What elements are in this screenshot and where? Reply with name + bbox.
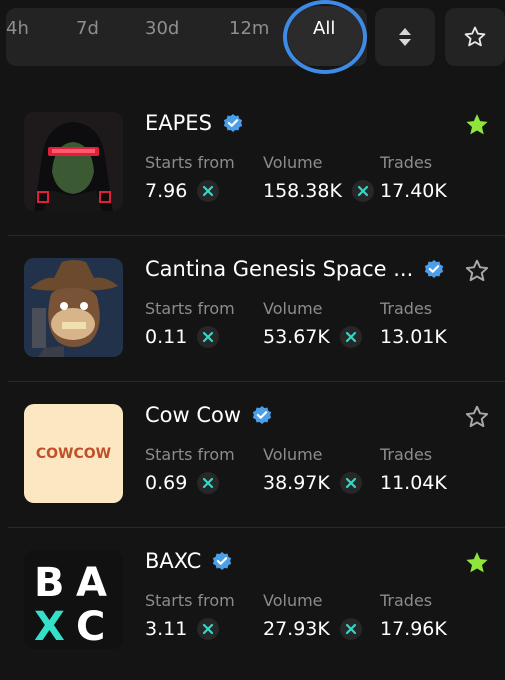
starts-from-label: Starts from — [145, 153, 235, 172]
collection-thumbnail — [24, 112, 123, 211]
volume-label: Volume — [263, 299, 323, 318]
collection-thumbnail — [24, 258, 123, 357]
starts-from-value: 0.11 — [145, 326, 188, 348]
collection-name[interactable]: Cow Cow — [145, 403, 241, 427]
trades-label: Trades — [380, 591, 433, 610]
svg-text:A: A — [76, 560, 107, 606]
sort-button[interactable] — [375, 8, 435, 66]
collection-row[interactable]: EAPES Starts from Volume Trades 7.96 158… — [0, 90, 505, 236]
collection-thumbnail: B A X C — [24, 550, 123, 649]
collection-name[interactable]: BAXC — [145, 549, 201, 573]
volume-label: Volume — [263, 445, 323, 464]
starts-from-value: 3.11 — [145, 618, 188, 640]
starts-from-label: Starts from — [145, 591, 235, 610]
volume-label: Volume — [263, 153, 323, 172]
starts-from-label: Starts from — [145, 299, 235, 318]
x-token-icon — [197, 472, 220, 494]
starts-from-value: 0.69 — [145, 472, 188, 494]
collection-thumbnail: COWCOW — [24, 404, 123, 503]
baxc-logo: B A X C — [24, 550, 123, 649]
verified-check-icon — [223, 114, 243, 132]
starts-from-value: 7.96 — [145, 180, 188, 202]
favorites-filter-button[interactable] — [445, 8, 505, 66]
x-token-icon — [197, 180, 220, 202]
range-tab-12m[interactable]: 12m — [229, 0, 269, 58]
verified-check-icon — [213, 552, 232, 570]
x-token-icon — [339, 472, 362, 494]
x-token-icon — [339, 326, 362, 348]
volume-value: 27.93K — [263, 618, 330, 640]
trades-value: 17.40K — [380, 180, 447, 202]
collection-row[interactable]: B A X C BAXC Starts from Volume Trades 3… — [0, 528, 505, 674]
star-outline-icon — [464, 26, 486, 47]
x-token-icon — [351, 180, 374, 202]
time-range-bar: 4h 7d 30d 12m All — [0, 0, 505, 75]
collection-name[interactable]: EAPES — [145, 111, 212, 135]
svg-text:B: B — [34, 560, 65, 606]
volume-value: 158.38K — [263, 180, 342, 202]
range-tab-7d[interactable]: 7d — [76, 0, 99, 58]
starts-from-label: Starts from — [145, 445, 235, 464]
trades-value: 11.04K — [380, 472, 447, 494]
trades-label: Trades — [380, 299, 433, 318]
x-token-icon — [339, 618, 362, 640]
sort-updown-icon — [399, 28, 411, 46]
trades-value: 17.96K — [380, 618, 447, 640]
star-filled-icon[interactable] — [464, 112, 490, 138]
trades-value: 13.01K — [380, 326, 447, 348]
volume-value: 38.97K — [263, 472, 330, 494]
range-tab-4h[interactable]: 4h — [6, 0, 29, 58]
trades-label: Trades — [380, 445, 433, 464]
star-filled-icon[interactable] — [464, 550, 490, 576]
volume-label: Volume — [263, 591, 323, 610]
star-outline-icon[interactable] — [464, 404, 490, 430]
trades-label: Trades — [380, 153, 433, 172]
collection-row[interactable]: Cantina Genesis Space ... Starts from Vo… — [0, 236, 505, 382]
verified-check-icon — [252, 406, 272, 424]
range-tab-30d[interactable]: 30d — [145, 0, 179, 58]
highlight-ring — [283, 0, 367, 74]
x-token-icon — [197, 618, 220, 640]
verified-check-icon — [425, 260, 444, 278]
collection-row[interactable]: COWCOW Cow Cow Starts from Volume Trades… — [0, 382, 505, 528]
x-token-icon — [197, 326, 220, 348]
svg-text:C: C — [76, 604, 105, 649]
svg-text:X: X — [34, 604, 65, 649]
volume-value: 53.67K — [263, 326, 330, 348]
cowcow-logo: COWCOW — [35, 445, 112, 462]
star-outline-icon[interactable] — [464, 258, 490, 284]
collection-name[interactable]: Cantina Genesis Space ... — [145, 257, 413, 281]
